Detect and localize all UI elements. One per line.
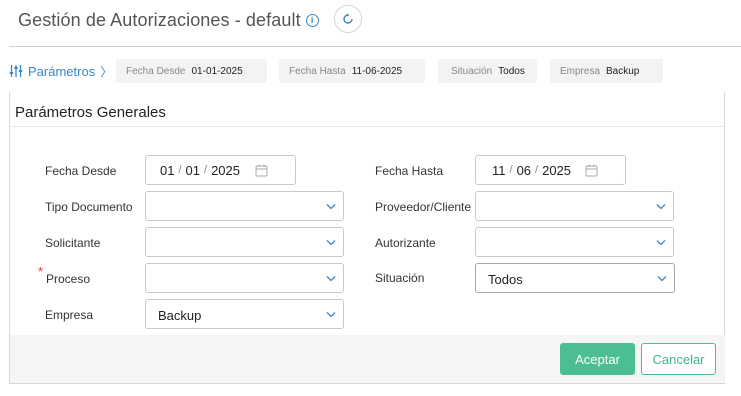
autorizante-select[interactable] bbox=[475, 227, 674, 257]
fecha-hasta-day[interactable]: 11 bbox=[492, 163, 506, 178]
chevron-down-icon bbox=[326, 276, 336, 282]
calendar-icon[interactable] bbox=[255, 164, 268, 177]
proveedor-cliente-label: Proveedor/Cliente bbox=[375, 200, 472, 214]
header-divider bbox=[9, 46, 741, 47]
sliders-icon bbox=[9, 65, 23, 77]
solicitante-label: Solicitante bbox=[45, 236, 101, 250]
refresh-button[interactable] bbox=[334, 5, 362, 33]
empresa-select[interactable]: Backup bbox=[145, 299, 344, 329]
filter-chip-label: Fecha Desde bbox=[126, 65, 186, 77]
solicitante-select[interactable] bbox=[145, 227, 344, 257]
proceso-label: Proceso bbox=[46, 272, 91, 286]
parameters-toggle-label: Parámetros bbox=[28, 63, 96, 79]
fecha-hasta-month[interactable]: 06 bbox=[517, 163, 531, 178]
accept-button[interactable]: Aceptar bbox=[560, 343, 635, 375]
filter-chip-empresa[interactable]: Empresa Backup bbox=[550, 59, 663, 83]
panel-title: Parámetros Generales bbox=[15, 104, 166, 121]
situacion-label: Situación bbox=[375, 271, 425, 285]
filter-chip-label: Fecha Hasta bbox=[289, 65, 346, 77]
chevron-down-icon bbox=[657, 276, 667, 282]
filter-chip-value: 01-01-2025 bbox=[191, 65, 243, 77]
proveedor-cliente-select[interactable] bbox=[475, 191, 674, 221]
cancel-button[interactable]: Cancelar bbox=[641, 343, 716, 375]
filter-chip-fecha-hasta[interactable]: Fecha Hasta 11-06-2025 bbox=[279, 59, 425, 83]
parameters-panel: Parámetros Generales Fecha Desde 01 / 01… bbox=[9, 92, 725, 384]
tipo-documento-label: Tipo Documento bbox=[45, 200, 133, 214]
fecha-desde-year[interactable]: 2025 bbox=[211, 163, 240, 178]
tipo-documento-select[interactable] bbox=[145, 191, 344, 221]
page-title: Gestión de Autorizaciones - default bbox=[18, 9, 301, 30]
situacion-value: Todos bbox=[488, 272, 523, 287]
chevron-down-icon bbox=[326, 312, 336, 318]
situacion-select[interactable]: Todos bbox=[475, 263, 675, 293]
panel-footer: Aceptar Cancelar bbox=[10, 335, 725, 383]
filter-chip-fecha-desde[interactable]: Fecha Desde 01-01-2025 bbox=[116, 59, 267, 83]
calendar-icon[interactable] bbox=[585, 164, 598, 177]
chevron-down-icon bbox=[326, 240, 336, 246]
chevron-right-icon: 〉 bbox=[100, 64, 113, 79]
empresa-value: Backup bbox=[158, 308, 202, 323]
fecha-hasta-label: Fecha Hasta bbox=[375, 164, 444, 178]
autorizante-label: Autorizante bbox=[375, 236, 436, 250]
filter-chip-label: Empresa bbox=[560, 65, 601, 77]
chevron-down-icon bbox=[326, 204, 336, 210]
fecha-hasta-year[interactable]: 2025 bbox=[542, 163, 571, 178]
info-icon[interactable]: i bbox=[305, 13, 319, 27]
page-header: Gestión de Autorizaciones - default i bbox=[18, 8, 319, 32]
filter-chip-value: 11-06-2025 bbox=[351, 65, 403, 77]
fecha-hasta-input[interactable]: 11 / 06 / 2025 bbox=[475, 155, 626, 185]
fecha-desde-input[interactable]: 01 / 01 / 2025 bbox=[145, 155, 296, 185]
filter-chip-situacion[interactable]: Situación Todos bbox=[438, 59, 537, 83]
panel-divider bbox=[10, 126, 725, 127]
empresa-label: Empresa bbox=[45, 308, 94, 322]
filter-chip-value: Todos bbox=[498, 65, 525, 77]
required-marker: * bbox=[38, 264, 44, 279]
chevron-down-icon bbox=[656, 204, 666, 210]
proceso-select[interactable] bbox=[145, 263, 344, 293]
fecha-desde-label: Fecha Desde bbox=[45, 164, 117, 178]
refresh-icon bbox=[343, 13, 353, 24]
fecha-desde-day[interactable]: 01 bbox=[160, 163, 174, 178]
chevron-down-icon bbox=[656, 240, 666, 246]
filter-chip-value: Backup bbox=[606, 65, 640, 77]
parameters-toggle[interactable]: Parámetros 〉 bbox=[9, 59, 112, 83]
fecha-desde-month[interactable]: 01 bbox=[186, 163, 200, 178]
filter-chip-label: Situación bbox=[451, 65, 493, 77]
